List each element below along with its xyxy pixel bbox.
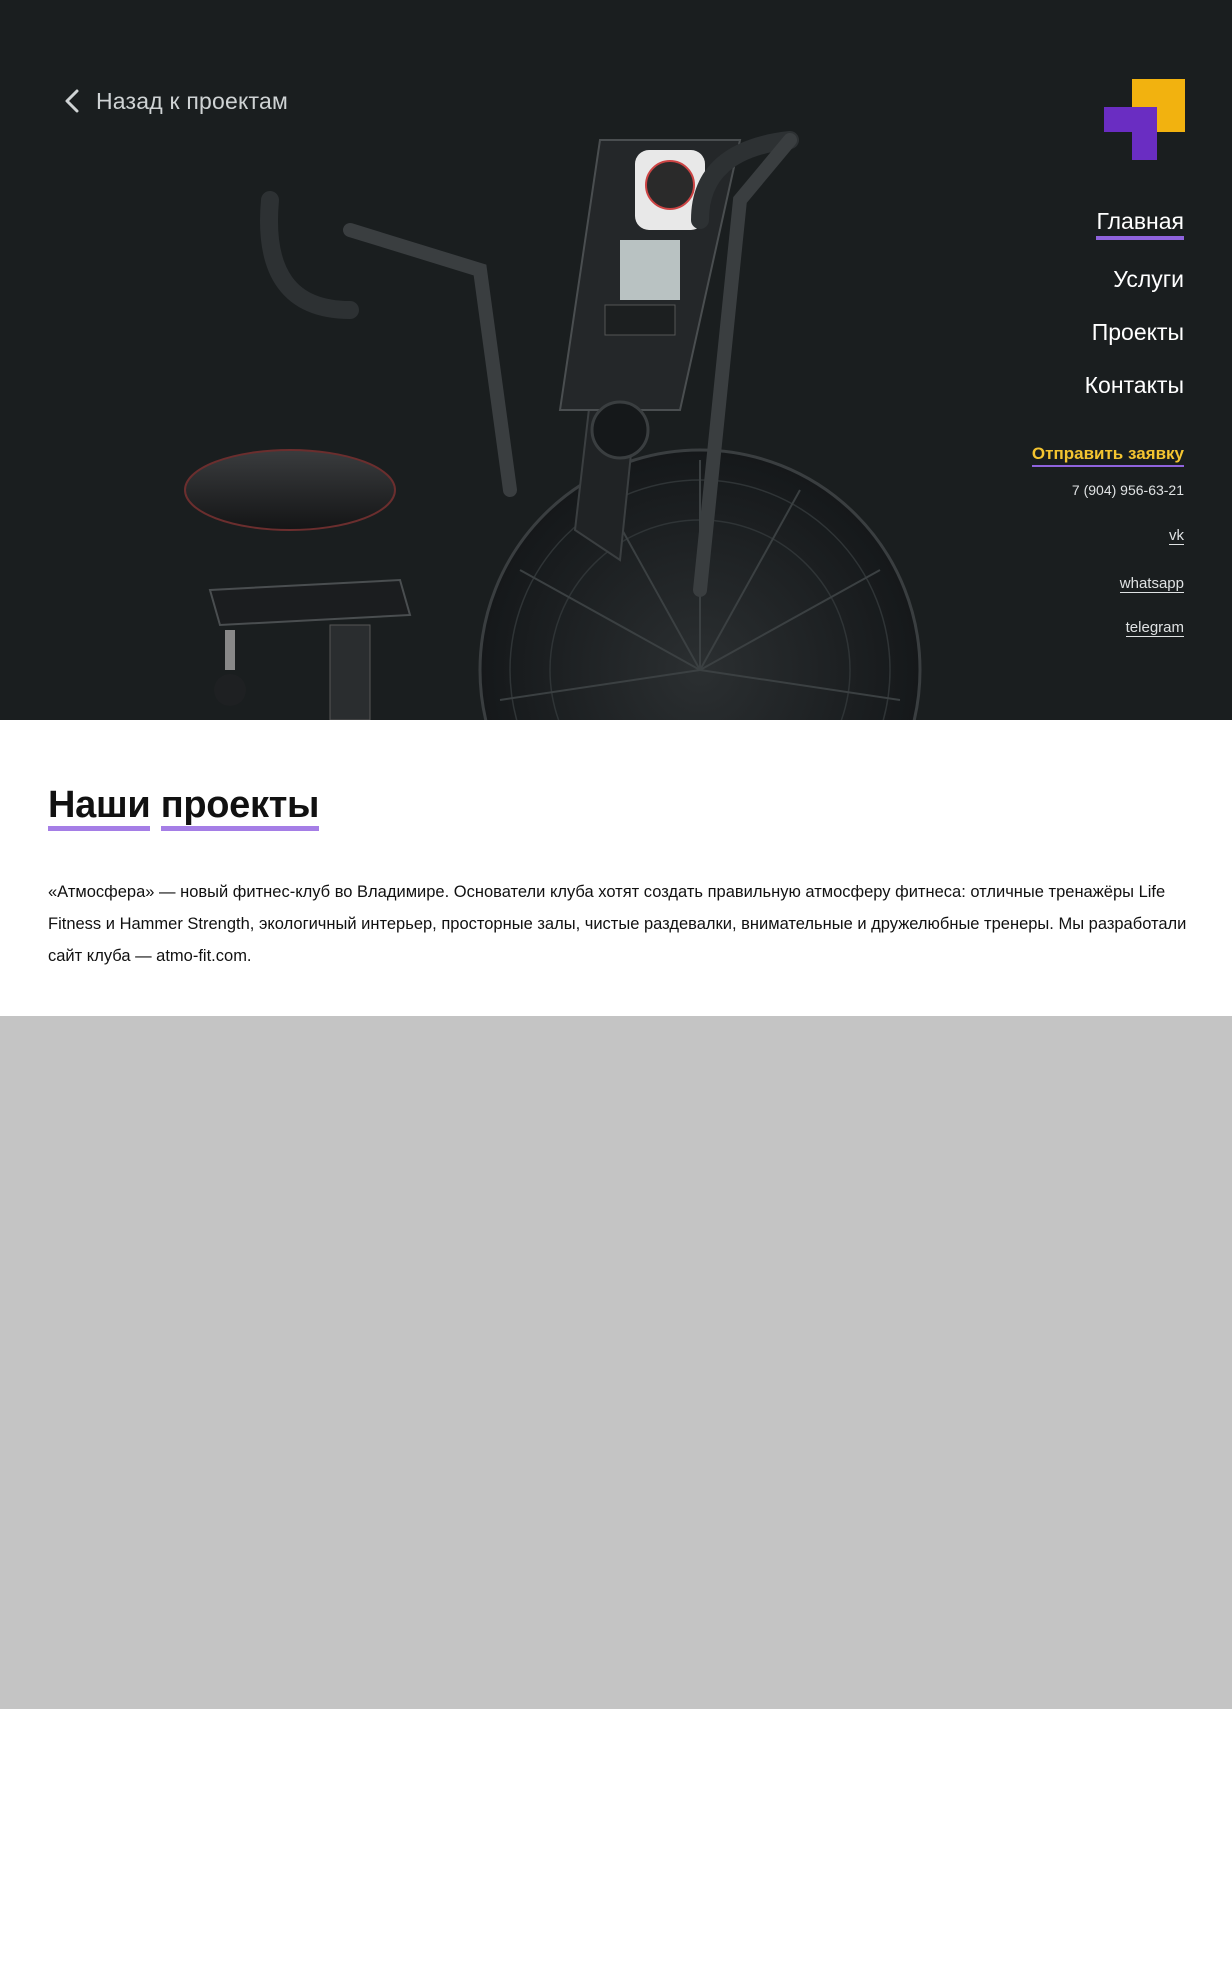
air-bike-image (184, 131, 922, 720)
page-title-word-1: Наши (48, 784, 151, 831)
page-title: Наши проекты (48, 784, 319, 831)
page-title-word-2: проекты (160, 784, 319, 831)
whatsapp-link[interactable]: whatsapp (1119, 575, 1184, 593)
brand-logo-icon[interactable] (1104, 79, 1185, 160)
phone-number: 7 (904) 956-63-21 (1071, 482, 1184, 498)
hero-section: Назад к проектам Главная Услуги Проекты … (0, 0, 1232, 720)
send-request-link[interactable]: Отправить заявку (1031, 444, 1184, 467)
nav-item-services[interactable]: Услуги (1085, 266, 1184, 293)
chevron-left-icon (65, 89, 79, 113)
back-to-projects-link[interactable]: Назад к проектам (62, 86, 288, 116)
nav-item-projects[interactable]: Проекты (1085, 319, 1184, 346)
nav-item-contacts[interactable]: Контакты (1085, 372, 1184, 399)
project-content: Наши проекты «Атмосфера» — новый фитнес-… (0, 720, 1232, 1016)
back-link-label: Назад к проектам (96, 87, 288, 114)
telegram-link[interactable]: telegram (1125, 619, 1184, 637)
nav-item-home[interactable]: Главная (1096, 208, 1184, 240)
image-placeholder (0, 1016, 1232, 1709)
main-nav: Главная Услуги Проекты Контакты (1085, 208, 1184, 425)
vk-link[interactable]: vk (1169, 527, 1184, 545)
project-description: «Атмосфера» — новый фитнес-клуб во Влади… (48, 883, 1187, 965)
